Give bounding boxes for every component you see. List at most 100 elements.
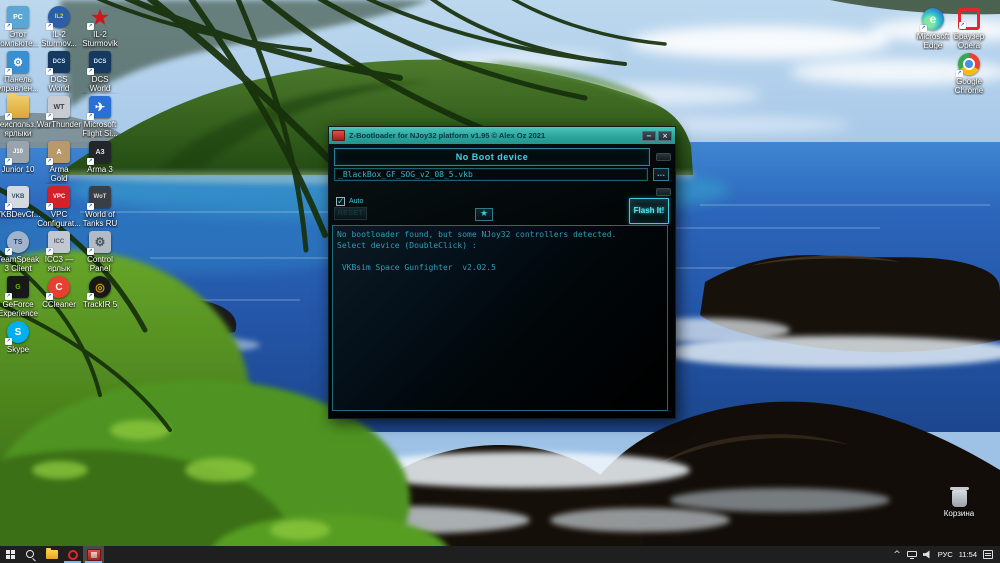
shortcut-arrow-icon: ↗ bbox=[5, 23, 12, 30]
log-line: No bootloader found, but some NJoy32 con… bbox=[337, 230, 617, 239]
window-titlebar[interactable]: Z-Bootloader for NJoy32 platform v1.95 ©… bbox=[329, 127, 675, 144]
desktop-icon-recycle-bin[interactable]: Корзина bbox=[938, 487, 980, 518]
indicator-led-middle bbox=[656, 188, 671, 196]
desktop-icon-geforce-experience-glyph-icon: G ↗ bbox=[5, 276, 29, 300]
shortcut-arrow-icon: ↗ bbox=[87, 158, 94, 165]
desktop-icon-dcs-world[interactable]: DCS ↗ DCS World bbox=[41, 51, 77, 93]
taskbar: ^ РУС 11:54 bbox=[0, 546, 1000, 563]
desktop-icon-control-panel-ru-glyph-icon: ⚙ ↗ bbox=[5, 51, 29, 75]
language-indicator[interactable]: РУС bbox=[938, 550, 953, 559]
desktop-icon-arma-3[interactable]: A3 ↗ Arma 3 bbox=[82, 141, 118, 174]
desktop-icon-il2-sturmovik-label: IL-2 Sturmov... bbox=[41, 30, 77, 48]
shortcut-arrow-icon: ↗ bbox=[46, 203, 53, 210]
status-header: No Boot device bbox=[334, 148, 650, 166]
shortcut-arrow-icon: ↗ bbox=[5, 248, 12, 255]
desktop-icon-google-chrome[interactable]: ↗ Google Chrome bbox=[948, 53, 990, 95]
desktop-icon-icc3-shortcut-label: ICC3 — ярлык bbox=[44, 255, 74, 273]
desktop-icon-unused-shortcuts-folder-label: неиспольз... ярлыки bbox=[0, 120, 41, 138]
log-output: No bootloader found, but some NJoy32 con… bbox=[332, 225, 668, 411]
shortcut-arrow-icon: ↗ bbox=[46, 68, 53, 75]
star-button[interactable]: ★ bbox=[475, 208, 493, 221]
desktop-icon-il2-sturmovik[interactable]: IL2 ↗ IL-2 Sturmov... bbox=[41, 6, 77, 48]
close-button[interactable]: × bbox=[658, 130, 672, 141]
desktop-icon-world-of-tanks[interactable]: WoT ↗ World of Tanks RU bbox=[82, 186, 118, 228]
desktop-icon-control-panel-ru-label: Панель управлен... bbox=[0, 75, 39, 93]
desktop-icon-this-pc-label: Этот компьюте... bbox=[0, 30, 40, 48]
desktop-icon-microsoft-flight-simulator[interactable]: ✈ ↗ Microsoft Flight Si... bbox=[82, 96, 118, 138]
desktop-icon-control-panel-glyph-icon: ⚙ ↗ bbox=[87, 231, 111, 255]
system-tray: ^ РУС 11:54 bbox=[886, 546, 1000, 563]
desktop-icon-war-thunder[interactable]: WT ↗ WarThunder bbox=[37, 96, 81, 129]
shortcut-arrow-icon: ↗ bbox=[5, 293, 12, 300]
desktop-icon-dcs-world-glyph-icon: DCS ↗ bbox=[46, 51, 70, 75]
desktop-icon-microsoft-flight-simulator-glyph-icon: ✈ ↗ bbox=[87, 96, 111, 120]
shortcut-arrow-icon: ↗ bbox=[46, 248, 53, 255]
desktop-icon-geforce-experience[interactable]: G ↗ GeForce Experience bbox=[0, 276, 39, 318]
tray-chevron-icon[interactable]: ^ bbox=[893, 550, 901, 560]
clock[interactable]: 11:54 bbox=[959, 550, 977, 559]
minimize-button[interactable]: − bbox=[642, 130, 656, 141]
auto-checkbox[interactable]: ✓ Auto bbox=[336, 197, 363, 207]
flash-button[interactable]: Flash It! bbox=[629, 198, 669, 224]
log-line-device-entry[interactable]: VKBsim Space Gunfighter v2.02.5 bbox=[337, 262, 663, 273]
desktop-icon-il2-sturmovik-battle-label: IL-2 Sturmovik ... bbox=[82, 30, 118, 49]
desktop-icon-this-pc[interactable]: PC ↗ Этот компьюте... bbox=[0, 6, 40, 48]
shortcut-arrow-icon: ↗ bbox=[959, 22, 966, 29]
desktop: PC ↗ Этот компьюте... IL2 ↗ IL-2 Sturmov... ★ ↗… bbox=[0, 0, 1000, 563]
desktop-icon-dcs-world-openbeta[interactable]: DCS↗DCS World OpenBeta bbox=[82, 51, 118, 94]
start-button[interactable] bbox=[0, 546, 20, 563]
desktop-icon-unused-shortcuts-folder[interactable]: ↗неиспольз... ярлыки bbox=[0, 93, 41, 138]
indicator-led-top bbox=[656, 153, 671, 161]
desktop-icon-control-panel-label: Control Panel bbox=[87, 255, 113, 273]
shortcut-arrow-icon: ↗ bbox=[920, 25, 927, 32]
desktop-icon-trackir-5-glyph-icon: ◎ ↗ bbox=[87, 276, 111, 300]
desktop-icon-skype-label: Skype bbox=[6, 345, 30, 354]
desktop-icon-vkbdevcfg[interactable]: VKB ↗ VKBDevCf... bbox=[0, 186, 40, 219]
desktop-icon-geforce-experience-label: GeForce Experience bbox=[0, 300, 39, 318]
desktop-icon-trackir-5[interactable]: ◎ ↗ TrackIR 5 bbox=[82, 276, 118, 309]
shortcut-arrow-icon: ↗ bbox=[87, 23, 94, 30]
browse-button[interactable]: ... bbox=[653, 168, 669, 181]
taskbar-search-button[interactable] bbox=[20, 546, 41, 563]
desktop-icon-il2-sturmovik-battle[interactable]: ★↗IL-2 Sturmovik ... bbox=[82, 6, 118, 50]
shortcut-arrow-icon: ↗ bbox=[87, 203, 94, 210]
desktop-icon-control-panel-ru[interactable]: ⚙ ↗ Панель управлен... bbox=[0, 51, 39, 93]
windows-icon bbox=[5, 550, 15, 559]
desktop-icon-junior-10[interactable]: J10 ↗ Junior 10 bbox=[0, 141, 36, 174]
desktop-icon-recycle-bin-label: Корзина bbox=[943, 509, 975, 518]
firmware-file-input[interactable] bbox=[334, 168, 648, 181]
desktop-icon-skype[interactable]: S ↗ Skype bbox=[0, 321, 36, 354]
desktop-icon-ccleaner[interactable]: C ↗ CCleaner bbox=[41, 276, 77, 309]
shortcut-arrow-icon: ↗ bbox=[46, 158, 53, 165]
action-center-icon[interactable] bbox=[983, 550, 993, 559]
desktop-icon-control-panel[interactable]: ⚙ ↗ Control Panel bbox=[82, 231, 118, 273]
taskbar-zbootloader-button[interactable] bbox=[83, 546, 104, 563]
desktop-icon-il2-sturmovik-glyph-icon: IL2 ↗ bbox=[46, 6, 70, 30]
desktop-icon-teamspeak-3[interactable]: TS ↗ TeamSpeak 3 Client bbox=[0, 231, 39, 273]
desktop-icon-skype-glyph-icon: S ↗ bbox=[5, 321, 29, 345]
desktop-icon-arma-gold-edition-label: Arma Gold Edition bbox=[47, 165, 71, 184]
taskbar-file-explorer-button[interactable] bbox=[41, 546, 62, 563]
taskbar-buttons bbox=[0, 546, 104, 563]
desktop-icon-icc3-shortcut[interactable]: ICC ↗ ICC3 — ярлык bbox=[41, 231, 77, 273]
log-line: Select device (DoubleClick) : bbox=[337, 241, 477, 250]
desktop-icon-vkbdevcfg-label: VKBDevCf... bbox=[0, 210, 41, 219]
shortcut-arrow-icon: ↗ bbox=[87, 113, 94, 120]
zboot-icon bbox=[86, 548, 101, 561]
desktop-icon-arma-gold-edition[interactable]: A↗Arma Gold Edition bbox=[41, 141, 77, 184]
shortcut-arrow-icon: ↗ bbox=[46, 293, 53, 300]
desktop-icon-arma-3-label: Arma 3 bbox=[87, 165, 113, 174]
network-icon[interactable] bbox=[906, 550, 917, 559]
taskbar-opera-button[interactable] bbox=[62, 546, 83, 563]
desktop-icon-arma-3-glyph-icon: A3 ↗ bbox=[87, 141, 111, 165]
reset-button[interactable]: RESET bbox=[334, 207, 367, 220]
desktop-icon-recycle-bin-glyph-icon bbox=[949, 487, 969, 507]
shortcut-arrow-icon: ↗ bbox=[87, 248, 94, 255]
desktop-icon-war-thunder-glyph-icon: WT ↗ bbox=[46, 96, 70, 120]
desktop-icon-vpc-configurator[interactable]: VPC ↗ VPC Configurat... bbox=[37, 186, 81, 228]
desktop-icon-junior-10-label: Junior 10 bbox=[1, 165, 35, 174]
desktop-icon-opera[interactable]: ↗ Браузер Opera bbox=[948, 8, 990, 50]
desktop-icon-trackir-5-label: TrackIR 5 bbox=[82, 300, 118, 309]
desktop-icon-teamspeak-3-glyph-icon: TS ↗ bbox=[5, 231, 29, 255]
volume-icon[interactable] bbox=[922, 550, 930, 559]
